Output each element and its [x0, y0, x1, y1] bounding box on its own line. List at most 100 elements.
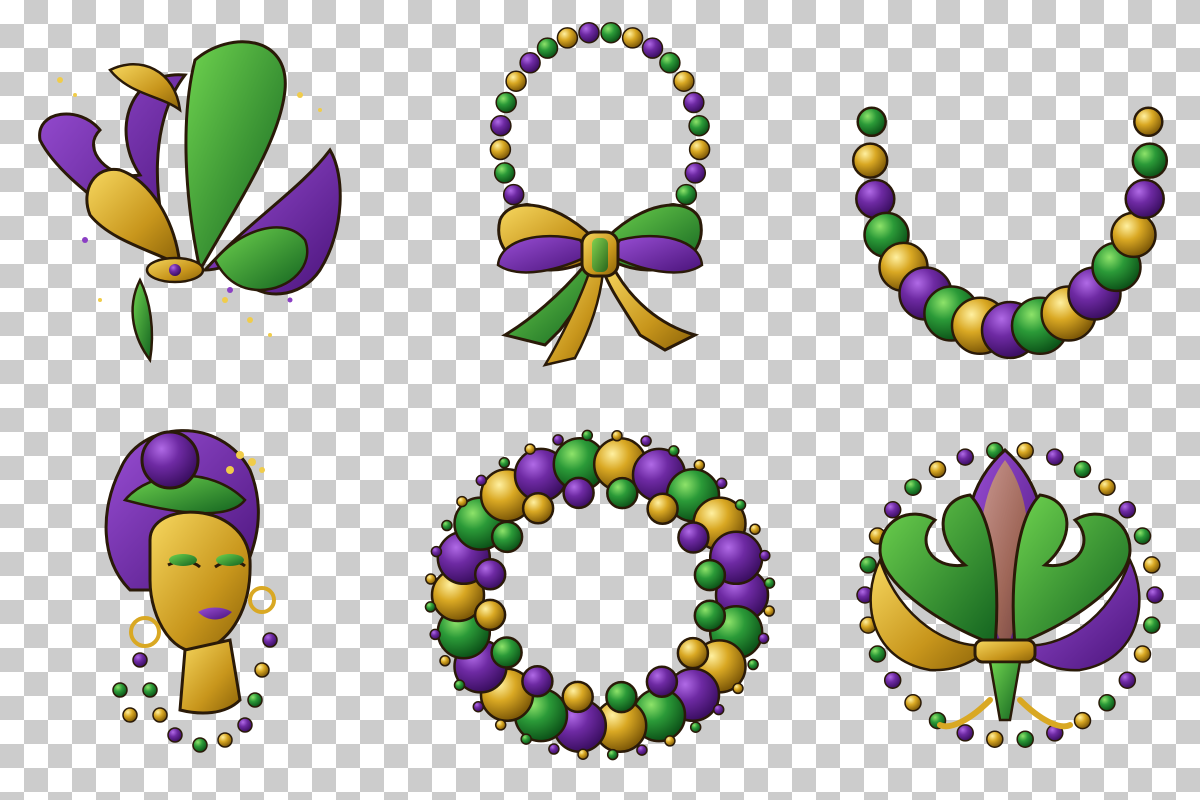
bead — [167, 727, 183, 743]
bead — [904, 694, 922, 712]
bead — [1124, 178, 1165, 220]
bead — [521, 492, 555, 525]
bead — [693, 558, 727, 592]
bead — [605, 680, 638, 714]
bead — [684, 162, 707, 184]
bead — [494, 719, 507, 731]
bead — [676, 636, 710, 670]
bead — [732, 682, 744, 695]
bead — [1110, 211, 1157, 259]
bead — [473, 598, 507, 632]
bead — [641, 37, 664, 59]
bead — [1118, 501, 1137, 519]
large-bead-necklace — [851, 106, 1169, 360]
bead — [536, 37, 559, 59]
bead — [548, 743, 560, 755]
bead — [763, 605, 775, 617]
bead — [689, 721, 702, 733]
bead — [1133, 106, 1164, 138]
bead — [600, 21, 622, 44]
bead — [757, 632, 770, 645]
bead — [132, 652, 148, 668]
bead — [262, 632, 278, 648]
bead — [677, 521, 710, 554]
woman-portrait-with-beads — [104, 429, 278, 753]
bead — [712, 703, 725, 716]
bead — [688, 138, 711, 161]
bead — [759, 549, 771, 562]
bead — [429, 628, 441, 641]
bead — [883, 501, 902, 519]
bead — [673, 70, 695, 92]
fleur-de-lis-with-beads — [856, 442, 1164, 748]
bead — [122, 707, 138, 723]
bead — [577, 748, 589, 760]
bead — [1016, 442, 1034, 460]
bead — [675, 183, 698, 206]
bead — [112, 682, 128, 698]
bead — [521, 665, 554, 698]
bead — [472, 700, 485, 713]
bead — [747, 658, 759, 671]
bead — [1133, 645, 1152, 663]
bead — [524, 443, 536, 455]
bead — [1098, 478, 1116, 496]
bead — [668, 445, 680, 457]
bead — [490, 520, 524, 554]
bead — [152, 707, 168, 723]
bead — [254, 662, 270, 678]
bead — [578, 21, 600, 44]
bead — [868, 645, 887, 663]
bead — [502, 183, 525, 206]
bead — [856, 106, 887, 138]
bead — [581, 429, 594, 442]
bead — [498, 457, 511, 469]
bead — [693, 459, 706, 471]
bead — [1016, 730, 1034, 748]
bead — [904, 478, 922, 496]
bead — [1133, 527, 1152, 545]
bead — [986, 730, 1004, 748]
bead — [217, 732, 233, 748]
bead — [247, 692, 263, 708]
bead — [693, 599, 727, 632]
bead — [473, 558, 507, 591]
bead — [1146, 586, 1164, 604]
bead — [142, 682, 158, 698]
bead — [192, 737, 208, 753]
bead-wreath — [424, 429, 776, 761]
bead — [441, 519, 453, 532]
fleur-de-lis-swirl — [38, 40, 342, 364]
bead — [237, 717, 253, 733]
bead — [490, 114, 512, 137]
bead — [424, 601, 437, 613]
bead — [611, 430, 623, 442]
bead — [495, 91, 517, 114]
clipart-sheet — [38, 21, 1169, 761]
bead — [883, 671, 902, 689]
bead — [749, 523, 761, 535]
bead — [956, 724, 974, 742]
bead — [453, 679, 466, 691]
bead — [606, 476, 639, 510]
bead-necklace-with-bow — [489, 21, 711, 367]
bead — [475, 474, 488, 487]
bead — [562, 476, 595, 510]
bead — [688, 114, 710, 137]
bead — [851, 142, 889, 179]
bead — [552, 434, 564, 446]
bead — [956, 448, 974, 466]
bead — [520, 733, 532, 745]
bead — [636, 744, 648, 756]
bead — [645, 665, 679, 698]
bead — [561, 680, 594, 714]
bead — [734, 499, 747, 511]
bead — [1143, 556, 1161, 574]
bead — [1131, 142, 1169, 179]
bead — [1098, 694, 1116, 712]
bead — [606, 748, 619, 761]
bead — [664, 735, 676, 747]
bead — [1073, 460, 1092, 479]
bead — [763, 577, 776, 589]
bead — [456, 495, 468, 508]
